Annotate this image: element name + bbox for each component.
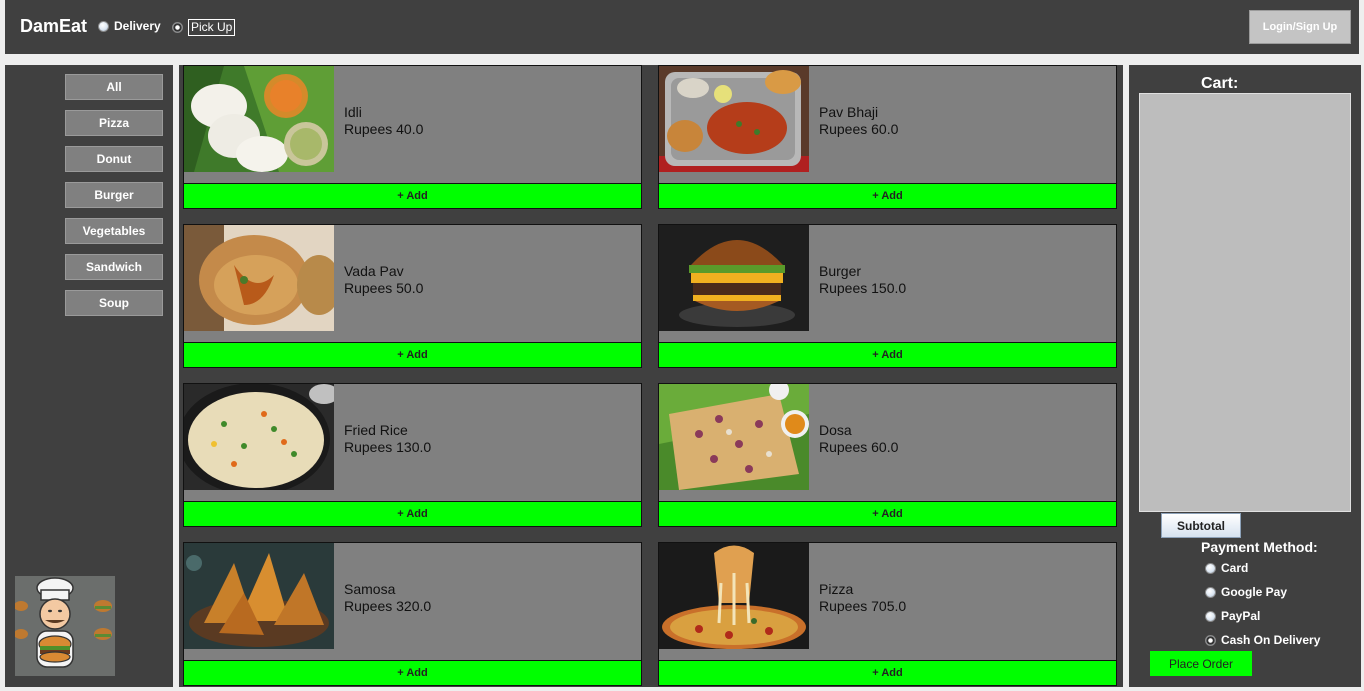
item-price: Rupees 320.0 [344, 598, 432, 614]
item-price: Rupees 60.0 [819, 121, 899, 137]
category-vegetables-button[interactable]: Vegetables [65, 218, 163, 244]
item-name: Pav Bhaji [819, 104, 879, 120]
category-soup-button[interactable]: Soup [65, 290, 163, 316]
category-pizza-button[interactable]: Pizza [65, 110, 163, 136]
radio-icon [1205, 562, 1216, 574]
radio-selected-icon [1205, 634, 1216, 646]
samosa-photo [184, 543, 334, 649]
subtotal-button[interactable]: Subtotal [1161, 513, 1241, 538]
menu-item-card: Samosa Rupees 320.0 + Add [183, 542, 642, 686]
delivery-radio[interactable]: Delivery [98, 19, 161, 33]
pizza-photo [659, 543, 809, 649]
add-to-cart-button[interactable]: + Add [184, 660, 641, 685]
category-sandwich-button[interactable]: Sandwich [65, 254, 163, 280]
menu-item-card: Pav Bhaji Rupees 60.0 + Add [658, 65, 1117, 209]
item-name: Burger [819, 263, 862, 279]
place-order-button[interactable]: Place Order [1150, 651, 1252, 676]
category-donut-button[interactable]: Donut [65, 146, 163, 172]
menu-item-card: Idli Rupees 40.0 + Add [183, 65, 642, 209]
add-to-cart-button[interactable]: + Add [659, 342, 1116, 367]
add-to-cart-button[interactable]: + Add [659, 183, 1116, 208]
cart-title: Cart: [1201, 75, 1239, 92]
item-name: Fried Rice [344, 422, 408, 438]
menu-item-card: Vada Pav Rupees 50.0 + Add [183, 224, 642, 368]
app-title: DamEat [20, 16, 88, 36]
add-to-cart-button[interactable]: + Add [184, 183, 641, 208]
radio-selected-icon [172, 22, 183, 33]
payment-option-label: Cash On Delivery [1221, 633, 1321, 647]
item-price: Rupees 60.0 [819, 439, 899, 455]
payment-option-card[interactable]: Card [1205, 561, 1248, 575]
item-name: Dosa [819, 422, 852, 438]
radio-icon [98, 20, 109, 32]
pickup-label: Pick Up [188, 19, 236, 36]
radio-icon [1205, 586, 1216, 598]
category-burger-button[interactable]: Burger [65, 182, 163, 208]
payment-option-paypal[interactable]: PayPal [1205, 609, 1260, 623]
item-name: Idli [344, 104, 362, 120]
item-price: Rupees 50.0 [344, 280, 424, 296]
menu-item-card: Pizza Rupees 705.0 + Add [658, 542, 1117, 686]
item-price: Rupees 150.0 [819, 280, 907, 296]
add-to-cart-button[interactable]: + Add [184, 501, 641, 526]
category-all-button[interactable]: All [65, 74, 163, 100]
idli-photo [184, 66, 334, 172]
burger-photo [659, 225, 809, 331]
top-bar: DamEat Delivery Pick Up Login/Sign Up [5, 0, 1359, 54]
menu-item-card: Fried Rice Rupees 130.0 + Add [183, 383, 642, 527]
payment-option-google-pay[interactable]: Google Pay [1205, 585, 1287, 599]
cart-items-list[interactable] [1139, 93, 1351, 512]
login-signup-button[interactable]: Login/Sign Up [1249, 10, 1351, 44]
item-name: Pizza [819, 581, 854, 597]
add-to-cart-button[interactable]: + Add [659, 660, 1116, 685]
dosa-photo [659, 384, 809, 490]
item-price: Rupees 40.0 [344, 121, 424, 137]
payment-option-label: Card [1221, 561, 1249, 575]
item-price: Rupees 705.0 [819, 598, 907, 614]
add-to-cart-button[interactable]: + Add [659, 501, 1116, 526]
payment-option-label: PayPal [1221, 609, 1261, 623]
payment-option-cash-on-delivery[interactable]: Cash On Delivery [1205, 633, 1320, 647]
category-sidebar: All Pizza Donut Burger Vegetables Sandwi… [5, 65, 173, 687]
item-price: Rupees 130.0 [344, 439, 432, 455]
item-name: Vada Pav [344, 263, 404, 279]
item-name: Samosa [344, 581, 396, 597]
cart-panel: Cart: Subtotal Payment Method: Card Goog… [1129, 65, 1361, 687]
radio-icon [1205, 610, 1216, 622]
chef-mascot-image [15, 576, 115, 676]
menu-grid: Idli Rupees 40.0 + Add Pav Bhaji Rupees … [179, 65, 1123, 687]
fried-rice-photo [184, 384, 334, 490]
delivery-label: Delivery [114, 19, 161, 33]
pav-bhaji-photo [659, 66, 809, 172]
menu-item-card: Burger Rupees 150.0 + Add [658, 224, 1117, 368]
pickup-radio[interactable]: Pick Up [172, 19, 236, 36]
vada-pav-photo [184, 225, 334, 331]
payment-method-title: Payment Method: [1201, 539, 1318, 555]
payment-option-label: Google Pay [1221, 585, 1288, 599]
menu-item-card: Dosa Rupees 60.0 + Add [658, 383, 1117, 527]
add-to-cart-button[interactable]: + Add [184, 342, 641, 367]
